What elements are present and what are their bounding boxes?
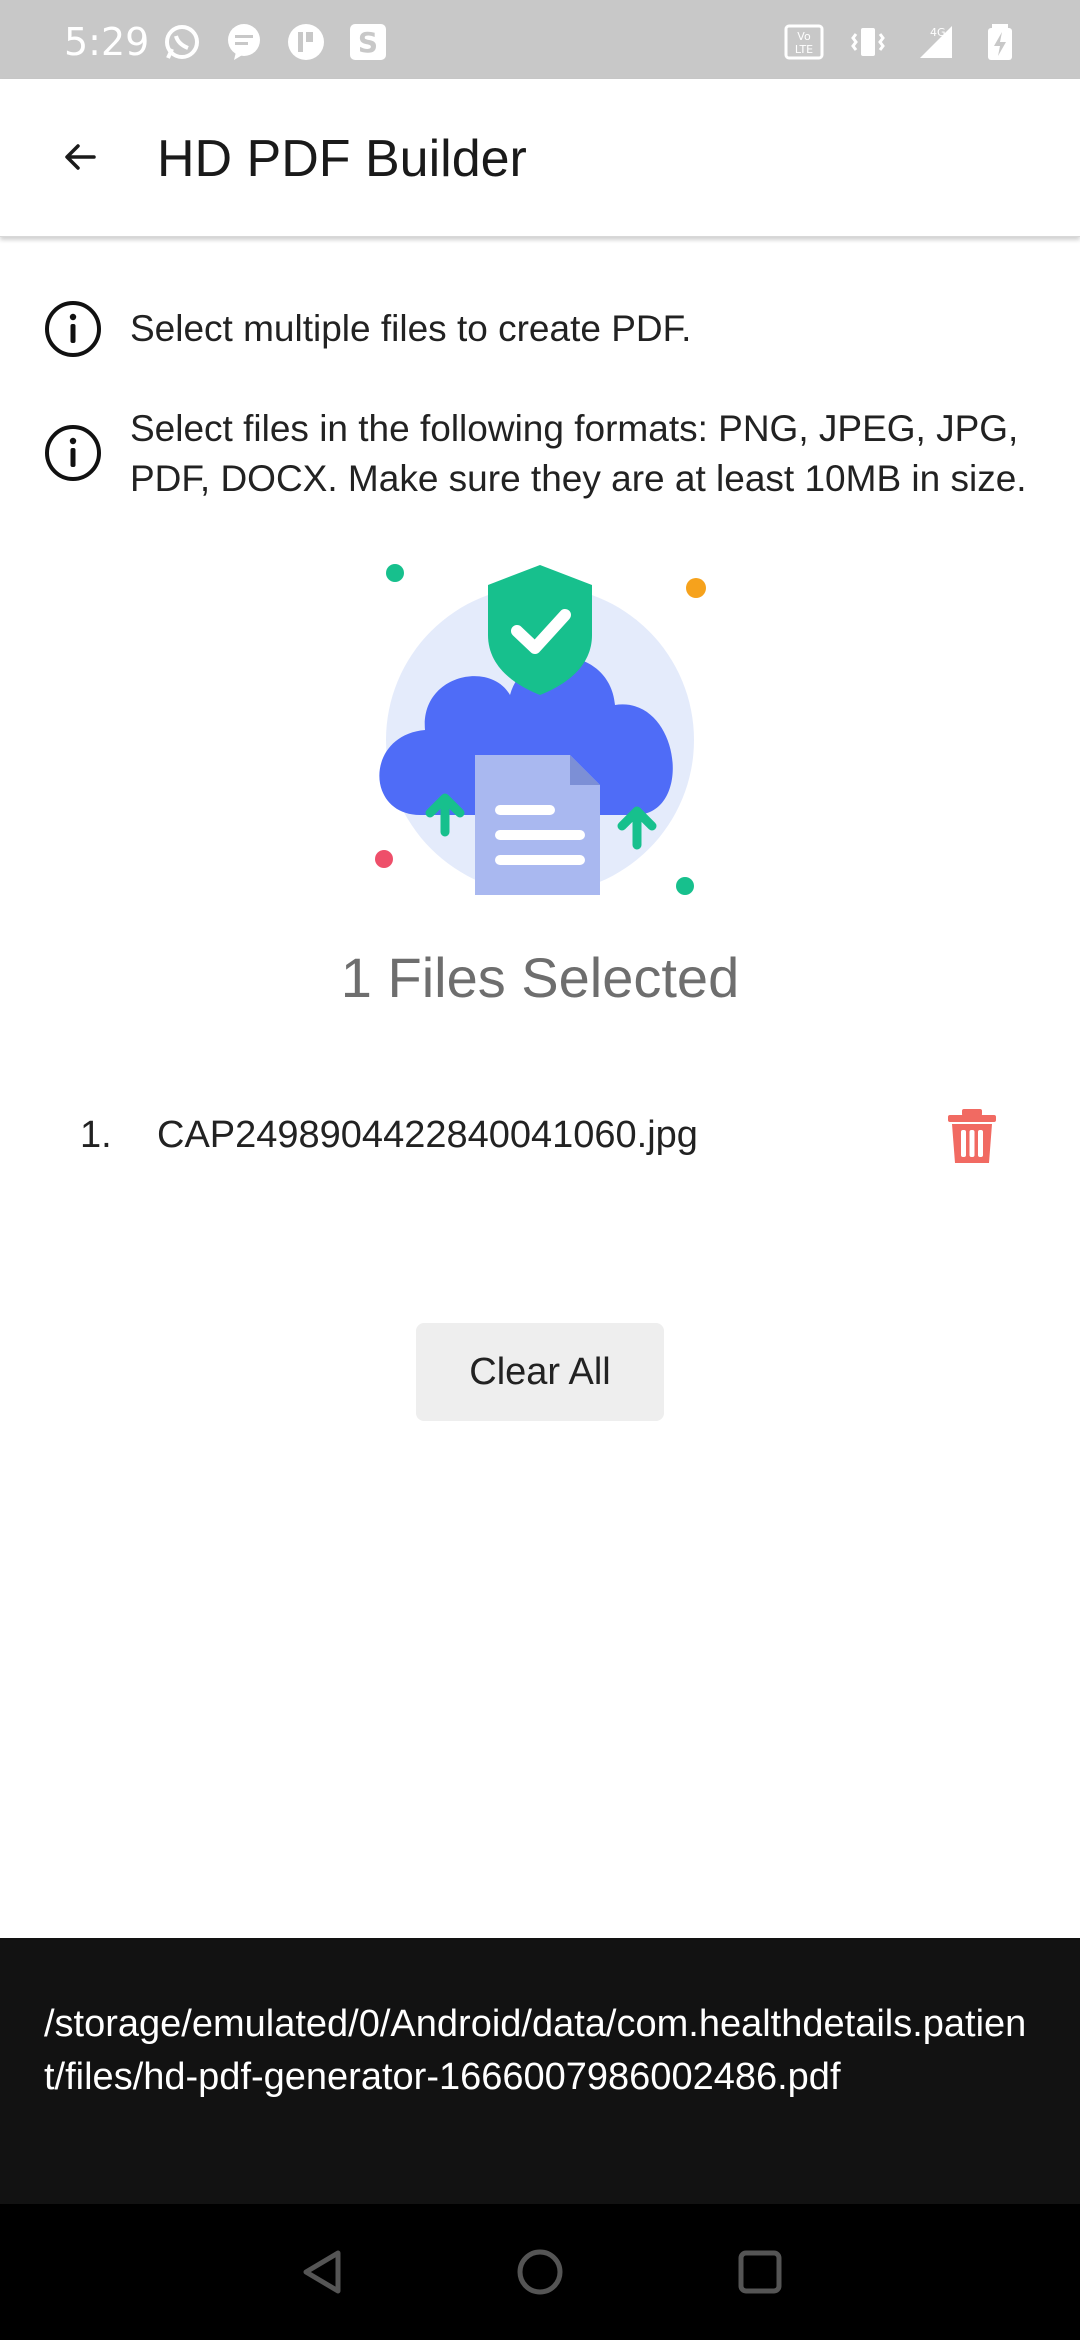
- snackbar-message: /storage/emulated/0/Android/data/com.hea…: [44, 2003, 1027, 2098]
- arrow-left-icon: [65, 144, 96, 170]
- s-app-icon: S: [350, 24, 386, 60]
- message-icon: [228, 24, 260, 60]
- back-button[interactable]: [50, 127, 110, 187]
- list-item: 1. CAP2498904422840041060.jpg: [0, 1100, 1080, 1176]
- snackbar: /storage/emulated/0/Android/data/com.hea…: [0, 1938, 1080, 2204]
- svg-text:S: S: [358, 26, 378, 59]
- home-circle-icon: [517, 2249, 563, 2295]
- clear-all-button[interactable]: Clear All: [416, 1323, 664, 1421]
- volte-icon: Vo LTE: [784, 24, 824, 60]
- vibrate-icon: [851, 28, 885, 56]
- app-icon: [288, 24, 324, 60]
- svg-text:Vo: Vo: [797, 30, 811, 43]
- status-notification-icons: S: [162, 22, 388, 62]
- whatsapp-icon: [165, 25, 199, 59]
- nav-home-button[interactable]: [510, 2242, 570, 2302]
- file-name: CAP2498904422840041060.jpg: [157, 1114, 698, 1156]
- app-bar: HD PDF Builder: [0, 79, 1080, 237]
- delete-file-button[interactable]: [940, 1104, 1004, 1168]
- cloud-upload-shield-icon: [375, 564, 706, 895]
- trash-icon: [948, 1109, 996, 1163]
- status-system-icons: Vo LTE 4G: [784, 22, 1020, 62]
- nav-recents-button[interactable]: [730, 2242, 790, 2302]
- files-selected-count: 1 Files Selected: [340, 946, 740, 1009]
- info-text: Select multiple files to create PDF.: [130, 308, 692, 349]
- battery-charging-icon: [988, 24, 1012, 60]
- nav-back-button[interactable]: [293, 2242, 353, 2302]
- status-time: 5:29: [64, 20, 150, 64]
- signal-4g-icon: 4G: [920, 26, 952, 58]
- navigation-bar: [0, 2204, 1080, 2340]
- info-icon: [45, 425, 101, 481]
- info-icon: [45, 301, 101, 357]
- recents-square-icon: [738, 2250, 782, 2294]
- file-index: 1.: [80, 1114, 112, 1156]
- page-title: HD PDF Builder: [157, 130, 527, 188]
- status-bar: 5:29 S Vo LTE 4G: [0, 0, 1080, 79]
- info-row-formats: Select files in the following formats: P…: [44, 408, 1027, 499]
- svg-text:LTE: LTE: [795, 43, 813, 56]
- info-row-multiple-files: Select multiple files to create PDF.: [44, 300, 691, 358]
- back-triangle-icon: [303, 2250, 341, 2294]
- svg-text:4G: 4G: [930, 26, 946, 39]
- info-text: Select files in the following formats: P…: [130, 408, 1027, 499]
